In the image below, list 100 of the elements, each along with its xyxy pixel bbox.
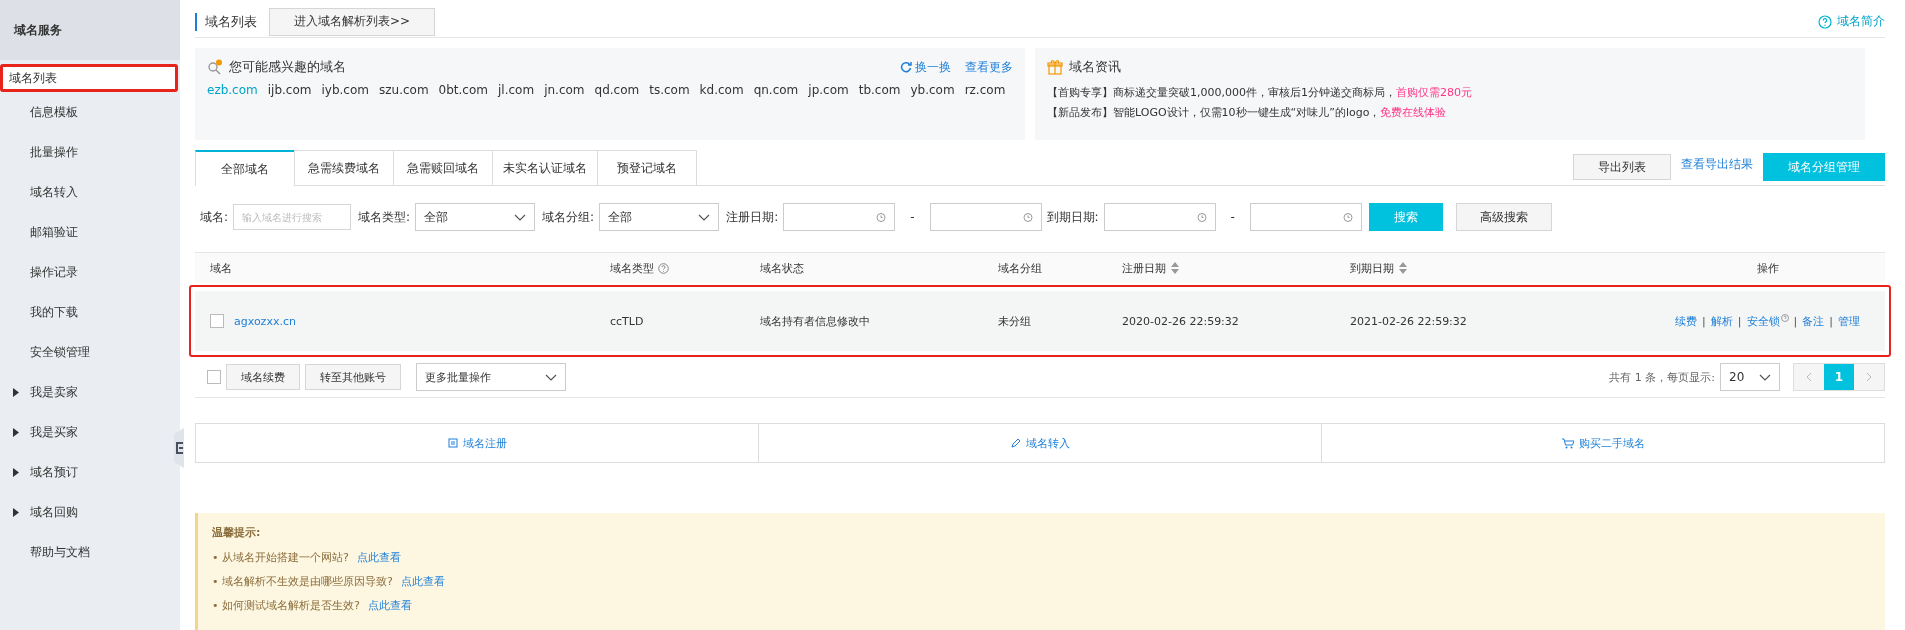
filter-label: 域名类型: [358,208,411,226]
action-link[interactable]: 备注 [1802,313,1825,329]
view-export-link[interactable]: 查看导出结果 [1681,156,1753,174]
date-field[interactable] [929,203,1042,232]
domain-suggestion-link[interactable]: kd.com [699,83,744,98]
date-field[interactable] [1249,203,1362,232]
domain-suggestion-link[interactable]: ts.com [649,83,690,98]
domain-suggestion-link[interactable]: jn.com [544,83,585,98]
sidebar-item[interactable]: 域名回购 [0,492,164,532]
date-field[interactable] [783,203,896,232]
group-select[interactable]: 全部 [599,203,720,232]
refresh-link[interactable]: 换一换 [900,58,951,76]
domain-suggestion-link[interactable]: yb.com [910,83,955,98]
clock-icon [1342,212,1353,223]
page-size-select[interactable]: 20 [1720,363,1780,392]
chevron-icon [698,213,711,221]
tip-link[interactable]: 点此查看 [356,546,401,570]
domain-suggestion-link[interactable]: ijb.com [267,83,312,98]
tip-text: • 从域名开始搭建一个网站? [212,550,349,566]
sidebar-item[interactable]: 域名预订 [0,452,164,492]
cart-icon [1561,437,1574,449]
domain-search-field[interactable]: 输入域名进行搜索 [233,204,352,231]
caret-icon [13,427,19,437]
dns-list-button[interactable]: 进入域名解析列表>> [269,7,436,36]
sort-icon[interactable] [1398,261,1408,276]
tip-link[interactable]: 点此查看 [367,594,412,618]
sidebar-item[interactable]: 邮箱验证 [0,212,164,252]
action-link[interactable]: 解析 [1710,313,1733,329]
sidebar-item[interactable]: 我是卖家 [0,372,164,412]
action-link[interactable]: 管理 [1837,313,1860,329]
chevron-icon [1759,373,1771,381]
tab[interactable]: 全部域名 [195,150,295,187]
sidebar-item[interactable]: 域名列表 [0,64,178,92]
panel-title: 您可能感兴趣的域名 [229,58,346,77]
help-icon [658,262,669,274]
domain-suggestion-link[interactable]: jl.com [498,83,535,98]
chevron-left-icon [1806,372,1812,383]
action-link[interactable]: 安全锁 [1746,313,1780,329]
select-all-checkbox[interactable] [207,370,221,385]
sidebar-title: 域名服务 [14,21,62,39]
column-header: 域名类型 [610,260,654,276]
range-separator: - [910,210,915,225]
domain-suggestion-link[interactable]: qd.com [594,83,640,98]
table-cell: 未分组 [998,313,1031,329]
domain-suggestion-link[interactable]: qn.com [753,83,799,98]
sidebar-item[interactable]: 我的下载 [0,292,164,332]
quick-link[interactable]: 域名注册 [196,424,759,462]
column-header: 域名 [210,260,232,276]
sidebar-item[interactable]: 帮助与文档 [0,532,164,572]
next-page-button[interactable] [1854,364,1884,391]
tip-link[interactable]: 点此查看 [400,570,445,594]
document-icon [447,438,458,449]
quick-link[interactable]: 域名转入 [759,424,1322,462]
batch-actions-select[interactable]: 更多批量操作 [416,363,566,392]
domain-suggestion-link[interactable]: tb.com [858,83,901,98]
type-select[interactable]: 全部 [415,203,536,232]
checkbox[interactable] [210,314,224,329]
caret-icon [13,507,19,517]
advanced-search-button[interactable]: 高级搜索 [1455,203,1552,232]
clock-icon [876,212,887,223]
domain-suggestion-link[interactable]: jp.com [808,83,849,98]
help-icon [1818,14,1832,29]
domain-suggestion-link[interactable]: iyb.com [321,83,369,98]
domain-link[interactable]: agxozxx.cn [234,314,296,328]
sort-icon[interactable] [1170,261,1180,276]
pencil-icon [1010,438,1021,449]
chevron-icon [545,373,557,381]
tip-text: • 如何测试域名解析是否生效? [212,598,360,614]
filter-label: 域名分组: [542,208,595,226]
view-more-link[interactable]: 查看更多 [965,58,1013,76]
panel-title: 域名资讯 [1069,58,1121,77]
sidebar-item[interactable]: 安全锁管理 [0,332,164,372]
clock-icon [1196,212,1207,223]
tab[interactable]: 预登记域名 [597,150,697,186]
column-header: 操作 [1756,260,1779,276]
batch-button[interactable]: 域名续费 [226,364,300,391]
sidebar-item[interactable]: 批量操作 [0,132,164,172]
sidebar-item[interactable]: 信息模板 [0,92,164,132]
previous-page-button[interactable] [1794,364,1824,391]
domain-suggestion-link[interactable]: 0bt.com [438,83,488,98]
separator: | [1829,314,1833,328]
column-header: 域名分组 [998,260,1042,276]
sidebar-item[interactable]: 我是买家 [0,412,164,452]
page-title: 域名列表 [195,12,257,31]
caret-icon [13,467,19,477]
domain-suggestion-link[interactable]: szu.com [379,83,429,98]
batch-button[interactable]: 转至其他账号 [305,364,401,391]
gift-icon [1047,59,1063,76]
chevron-right-icon [1866,372,1872,383]
date-field[interactable] [1103,203,1216,232]
domain-suggestion-link[interactable]: rz.com [964,83,1006,98]
quick-link[interactable]: 购买二手域名 [1322,424,1884,462]
action-link[interactable]: 续费 [1675,313,1698,329]
help-icon [1780,313,1789,322]
column-header: 域名状态 [760,260,804,276]
sidebar-item[interactable]: 域名转入 [0,172,164,212]
export-list-button[interactable]: 导出列表 [1573,154,1671,181]
news-text: 【首购专享】商标递交量突破1,000,000件，审核后1分钟递交商标局， [1047,86,1396,100]
sidebar-item[interactable]: 操作记录 [0,252,164,292]
filter-label: 域名: [200,208,229,226]
